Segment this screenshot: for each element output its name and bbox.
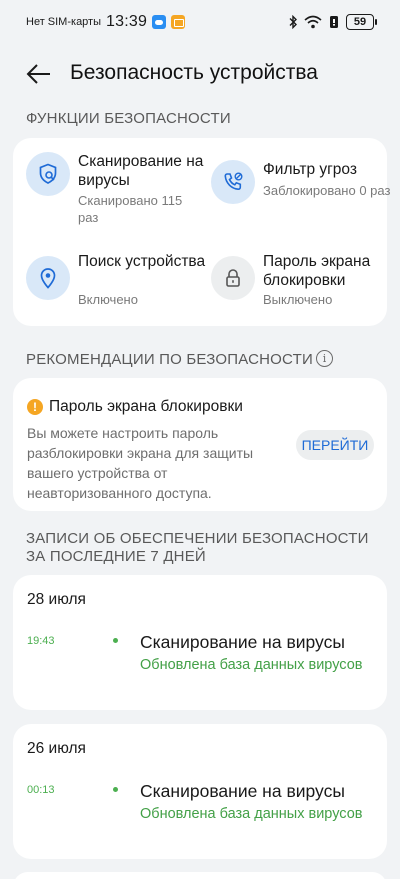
record-subtitle: Обновлена база данных вирусов — [140, 657, 363, 673]
record-title: Сканирование на вирусы — [140, 632, 345, 652]
feature-find-device[interactable]: Поиск устройства Включено — [26, 252, 206, 312]
feature-title: Сканирование на вирусы — [78, 153, 204, 189]
records-section-label: ЗАПИСИ ОБ ОБЕСПЕЧЕНИИ БЕЗОПАСНОСТИ ЗА ПО… — [26, 530, 369, 565]
record-card: 28 июля 19:43 Сканирование на вирусы Обн… — [13, 575, 387, 710]
info-icon[interactable]: i — [316, 350, 333, 367]
battery-indicator: 59 — [346, 14, 377, 30]
timeline-dot — [113, 638, 118, 643]
carrier-label: Нет SIM-карты — [26, 16, 102, 28]
timeline-dot — [113, 787, 118, 792]
feature-virus-scan[interactable]: Сканирование на вирусы Сканировано 115 р… — [26, 152, 206, 232]
feature-threat-filter[interactable]: Фильтр угроз Заблокировано 0 раз — [211, 160, 391, 232]
feature-subtitle: Сканировано 115 раз — [78, 193, 183, 225]
cloud-app-icon — [152, 15, 167, 29]
record-subtitle: Обновлена база данных вирусов — [140, 806, 363, 822]
record-date: 28 июля — [27, 591, 86, 608]
go-button[interactable]: ПЕРЕЙТИ — [296, 430, 374, 460]
page-title: Безопасность устройства — [70, 61, 318, 84]
record-date: 26 июля — [27, 740, 86, 757]
vibrate-icon — [330, 16, 338, 28]
clock: 13:39 — [106, 13, 148, 30]
record-time: 00:13 — [27, 784, 55, 796]
feature-subtitle: Заблокировано 0 раз — [263, 183, 391, 198]
recommendation-card: ! Пароль экрана блокировки Вы можете нас… — [13, 378, 387, 511]
feature-title: Фильтр угроз — [263, 161, 357, 178]
feature-title: Поиск устройства — [78, 253, 206, 270]
feature-subtitle: Включено — [78, 292, 138, 307]
record-title: Сканирование на вирусы — [140, 781, 345, 801]
record-time: 19:43 — [27, 635, 55, 647]
lock-icon — [211, 256, 255, 300]
back-arrow-icon — [26, 64, 50, 84]
record-card-partial — [13, 872, 387, 879]
mail-app-icon — [171, 15, 186, 29]
phone-block-icon — [211, 160, 255, 204]
virus-scan-shield-icon — [26, 152, 70, 196]
status-bar: Нет SIM-карты 13:39 59 — [0, 0, 400, 44]
back-button[interactable] — [24, 60, 54, 88]
location-pin-icon — [26, 256, 70, 300]
record-card: 26 июля 00:13 Сканирование на вирусы Обн… — [13, 724, 387, 859]
wifi-icon — [304, 15, 322, 29]
recommendation-body: Вы можете настроить пароль разблокировки… — [27, 425, 254, 501]
feature-subtitle: Выключено — [263, 292, 333, 307]
recommendations-section-label: РЕКОМЕНДАЦИИ ПО БЕЗОПАСНОСТИ — [26, 351, 313, 368]
features-section-label: ФУНКЦИИ БЕЗОПАСНОСТИ — [26, 110, 231, 127]
feature-title: Пароль экрана блокировки — [263, 253, 371, 289]
status-icons: 59 — [288, 14, 377, 30]
features-card: Сканирование на вирусы Сканировано 115 р… — [13, 138, 390, 326]
app-header: Безопасность устройства — [0, 52, 400, 96]
recommendation-title: Пароль экрана блокировки — [49, 398, 243, 415]
warning-icon: ! — [27, 399, 43, 415]
bluetooth-icon — [289, 15, 297, 29]
feature-lock-screen-password[interactable]: Пароль экрана блокировки Выключено — [211, 252, 391, 312]
